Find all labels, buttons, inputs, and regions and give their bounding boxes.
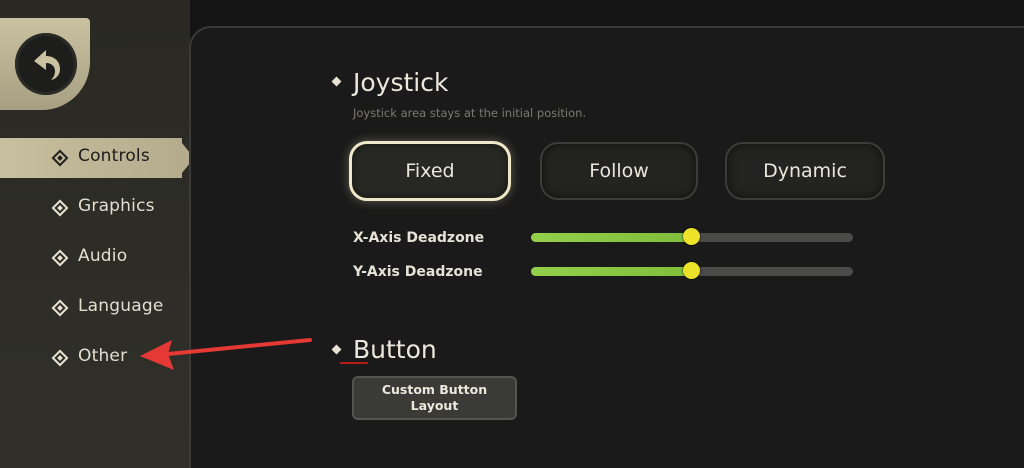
custom-button-label-line1: Custom Button <box>381 382 488 397</box>
slider-thumb[interactable] <box>683 228 700 245</box>
slider-fill <box>531 233 692 242</box>
settings-sidebar: Controls Graphics Audio Language Other <box>0 0 208 468</box>
sidebar-item-audio[interactable]: Audio <box>0 238 200 278</box>
sidebar-item-label: Other <box>78 346 128 366</box>
slider-thumb[interactable] <box>683 262 700 279</box>
diamond-icon <box>51 249 69 267</box>
custom-button-layout-button[interactable]: Custom Button Layout <box>352 376 517 420</box>
sidebar-item-label: Graphics <box>78 196 155 216</box>
sidebar-item-label: Audio <box>78 246 128 266</box>
diamond-icon <box>51 199 69 217</box>
mode-follow-button[interactable]: Follow <box>540 142 698 200</box>
x-deadzone-label: X-Axis Deadzone <box>353 230 485 246</box>
back-button[interactable] <box>15 33 77 95</box>
sidebar-item-label: Controls <box>78 146 150 166</box>
back-arrow-icon <box>34 50 60 80</box>
x-deadzone-slider[interactable] <box>531 228 853 245</box>
diamond-icon <box>51 149 69 167</box>
diamond-icon <box>51 299 69 317</box>
diamond-icon <box>51 349 69 367</box>
custom-button-label-line2: Layout <box>410 398 459 413</box>
joystick-section-title: Joystick <box>353 68 449 97</box>
y-deadzone-slider[interactable] <box>531 262 853 279</box>
mode-fixed-button[interactable]: Fixed <box>349 141 511 201</box>
button-section-title: Button <box>353 335 437 364</box>
sidebar-item-language[interactable]: Language <box>0 288 200 328</box>
sidebar-item-controls[interactable]: Controls <box>0 138 182 178</box>
slider-fill <box>531 267 692 276</box>
mode-dynamic-button[interactable]: Dynamic <box>725 142 885 200</box>
sidebar-item-graphics[interactable]: Graphics <box>0 188 200 228</box>
joystick-description: Joystick area stays at the initial posit… <box>353 106 587 120</box>
settings-screen: Controls Graphics Audio Language Other J… <box>0 0 1024 468</box>
annotation-arrow-icon <box>140 338 312 370</box>
settings-panel <box>189 26 1024 468</box>
annotation-underline <box>340 362 368 364</box>
sidebar-item-label: Language <box>78 296 164 316</box>
y-deadzone-label: Y-Axis Deadzone <box>353 264 483 280</box>
